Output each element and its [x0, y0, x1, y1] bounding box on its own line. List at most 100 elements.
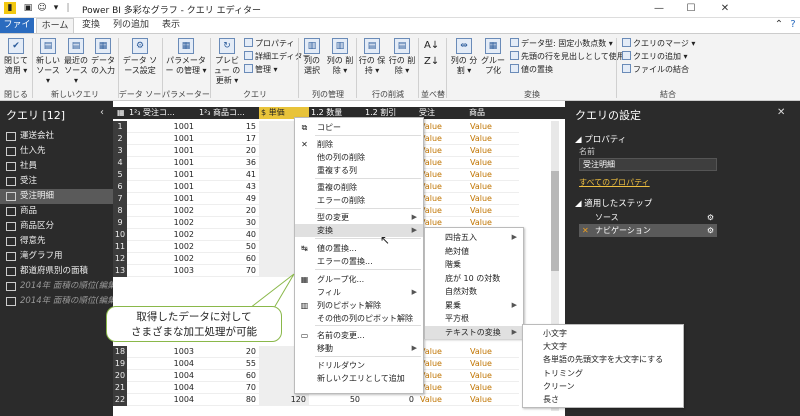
cell[interactable]: Value [467, 394, 519, 406]
cell[interactable]: Value [417, 358, 467, 370]
cell[interactable]: Value [467, 169, 519, 181]
cell[interactable]: 1003 [127, 346, 197, 358]
cell[interactable]: 1004 [127, 394, 197, 406]
cell[interactable]: 1001 [127, 169, 197, 181]
cell[interactable]: Value [417, 145, 467, 157]
sort-descending-icon[interactable]: Z↓ [424, 56, 439, 67]
column-header[interactable]: 商品 [467, 107, 519, 119]
gear-icon[interactable]: ⚙ [707, 211, 714, 224]
smile-icon[interactable]: ☺ [36, 2, 48, 14]
close-button[interactable]: ✕ [718, 2, 732, 16]
query-item[interactable]: 2014年 面積の順位(編集... [0, 279, 113, 294]
cell[interactable]: 40 [197, 229, 259, 241]
cell[interactable]: Value [417, 394, 467, 406]
sort-ascending-icon[interactable]: A↓ [424, 40, 439, 51]
context-menu-item[interactable]: エラーの削除 [295, 194, 423, 207]
tab-file[interactable]: ファイル [0, 18, 34, 45]
context-menu-item[interactable]: その他の列のピボット解除 [295, 312, 423, 325]
cell[interactable]: 1001 [127, 121, 197, 133]
transform-menu-item[interactable]: 底が 10 の対数 [425, 272, 523, 285]
cell[interactable]: 1004 [127, 358, 197, 370]
replace-values-button[interactable]: 値の置換 [510, 64, 553, 75]
cell[interactable]: Value [467, 157, 519, 169]
text-menu-item[interactable]: 長さ [523, 393, 683, 406]
query-item[interactable]: 運送会社 [0, 129, 113, 144]
combine-files-button[interactable]: ファイルの結合 [622, 64, 689, 75]
query-item[interactable]: 商品 [0, 204, 113, 219]
cell[interactable]: Value [467, 358, 519, 370]
help-icon[interactable]: ? [786, 18, 800, 32]
context-menu-item[interactable]: 重複の削除 [295, 181, 423, 194]
step-source[interactable]: ソース ⚙ [579, 211, 717, 224]
recent-sources-button[interactable]: ▤ 最近の ソース ▾ [62, 38, 90, 86]
gear-icon[interactable]: ⚙ [707, 224, 714, 237]
cell[interactable]: Value [467, 382, 519, 394]
query-name-input[interactable]: 受注明細 [579, 158, 717, 171]
data-type-dropdown[interactable]: データ型: 固定小数点数 ▾ [510, 38, 613, 49]
cell[interactable]: 49 [197, 193, 259, 205]
scrollbar-thumb[interactable] [551, 171, 559, 271]
query-item[interactable]: 2014年 面積の順位(編集... [0, 294, 113, 309]
query-item[interactable]: 受注 [0, 174, 113, 189]
context-menu-item[interactable]: 新しいクエリとして追加 [295, 372, 423, 385]
query-item[interactable]: 社員 [0, 159, 113, 174]
data-source-settings-button[interactable]: ⚙ データ ソース設定 [120, 38, 160, 76]
cell[interactable]: 1001 [127, 133, 197, 145]
group-by-button[interactable]: ▦ グルー プ化 [480, 38, 506, 76]
context-menu-item[interactable]: 型の変更 ▶ [295, 211, 423, 224]
cell[interactable]: 20 [197, 145, 259, 157]
tab-add-column[interactable]: 列の追加 [108, 18, 154, 33]
cell[interactable]: Value [417, 193, 467, 205]
cell[interactable]: Value [467, 133, 519, 145]
cell[interactable]: 60 [197, 370, 259, 382]
cell[interactable]: 1004 [127, 370, 197, 382]
append-queries-button[interactable]: クエリの追加 ▾ [622, 51, 688, 62]
cell[interactable]: Value [417, 346, 467, 358]
cell[interactable]: 1003 [127, 265, 197, 277]
cell[interactable]: Value [467, 181, 519, 193]
close-pane-icon[interactable]: ✕ [777, 107, 785, 118]
cell[interactable]: 20 [197, 346, 259, 358]
text-menu-item[interactable]: 各単語の先頭文字を大文字にする [523, 353, 683, 366]
split-column-button[interactable]: ⇹ 列の 分割 ▾ [450, 38, 478, 76]
cell[interactable]: 120 [259, 394, 309, 406]
context-menu-item[interactable]: フィル ▶ [295, 286, 423, 299]
column-header[interactable]: 1²₃ 受注コ... [127, 107, 197, 119]
context-menu-item[interactable]: エラーの置換... [295, 255, 423, 268]
cell[interactable]: 1002 [127, 241, 197, 253]
text-menu-item[interactable]: 大文字 [523, 340, 683, 353]
keep-rows-button[interactable]: ▤ 行の 保持 ▾ [358, 38, 386, 76]
transform-menu-item[interactable]: テキストの変換 ▶ [425, 325, 523, 339]
cell[interactable]: 80 [197, 394, 259, 406]
cell[interactable]: 0 [363, 394, 417, 406]
delete-step-icon[interactable]: ✕ [582, 224, 589, 237]
query-item-selected[interactable]: 受注明細 [0, 189, 113, 204]
cell[interactable]: 1001 [127, 157, 197, 169]
query-item[interactable]: 得意先 [0, 234, 113, 249]
cell[interactable]: 17 [197, 133, 259, 145]
use-first-row-headers-button[interactable]: 先頭の行を見出しとして使用 ▾ [510, 51, 631, 62]
table-menu-icon[interactable]: ▦ [115, 107, 127, 119]
manage-parameters-button[interactable]: ▦ パラメーター の管理 ▾ [164, 38, 208, 76]
cell[interactable]: 20 [197, 205, 259, 217]
refresh-preview-button[interactable]: ↻ プレビュー の更新 ▾ [212, 38, 242, 86]
context-menu-item[interactable]: 移動 ▶ [295, 342, 423, 355]
step-navigation[interactable]: ✕ ナビゲーション ⚙ [579, 224, 717, 237]
transform-menu-item[interactable]: 自然対数 [425, 285, 523, 298]
cell[interactable]: 41 [197, 169, 259, 181]
qat-dropdown-icon[interactable]: ▾ [50, 2, 62, 14]
context-menu-item[interactable]: ドリルダウン [295, 359, 423, 372]
tab-transform[interactable]: 変換 [76, 18, 106, 33]
cell[interactable]: Value [417, 157, 467, 169]
enter-data-button[interactable]: ▦ データ の入力 [90, 38, 116, 76]
query-item[interactable]: 商品区分 [0, 219, 113, 234]
cell[interactable]: Value [417, 121, 467, 133]
collapse-pane-icon[interactable]: ‹ [100, 107, 104, 118]
query-item[interactable]: 滝グラフ用 [0, 249, 113, 264]
transform-menu-item[interactable]: 階乗 [425, 258, 523, 271]
transform-menu-item[interactable]: 四捨五入 ▶ [425, 231, 523, 244]
cell[interactable]: 1001 [127, 181, 197, 193]
context-menu-item[interactable]: ▦ グループ化... [295, 273, 423, 286]
all-properties-link[interactable]: すべてのプロパティ [579, 177, 650, 188]
cell[interactable]: 1002 [127, 229, 197, 241]
